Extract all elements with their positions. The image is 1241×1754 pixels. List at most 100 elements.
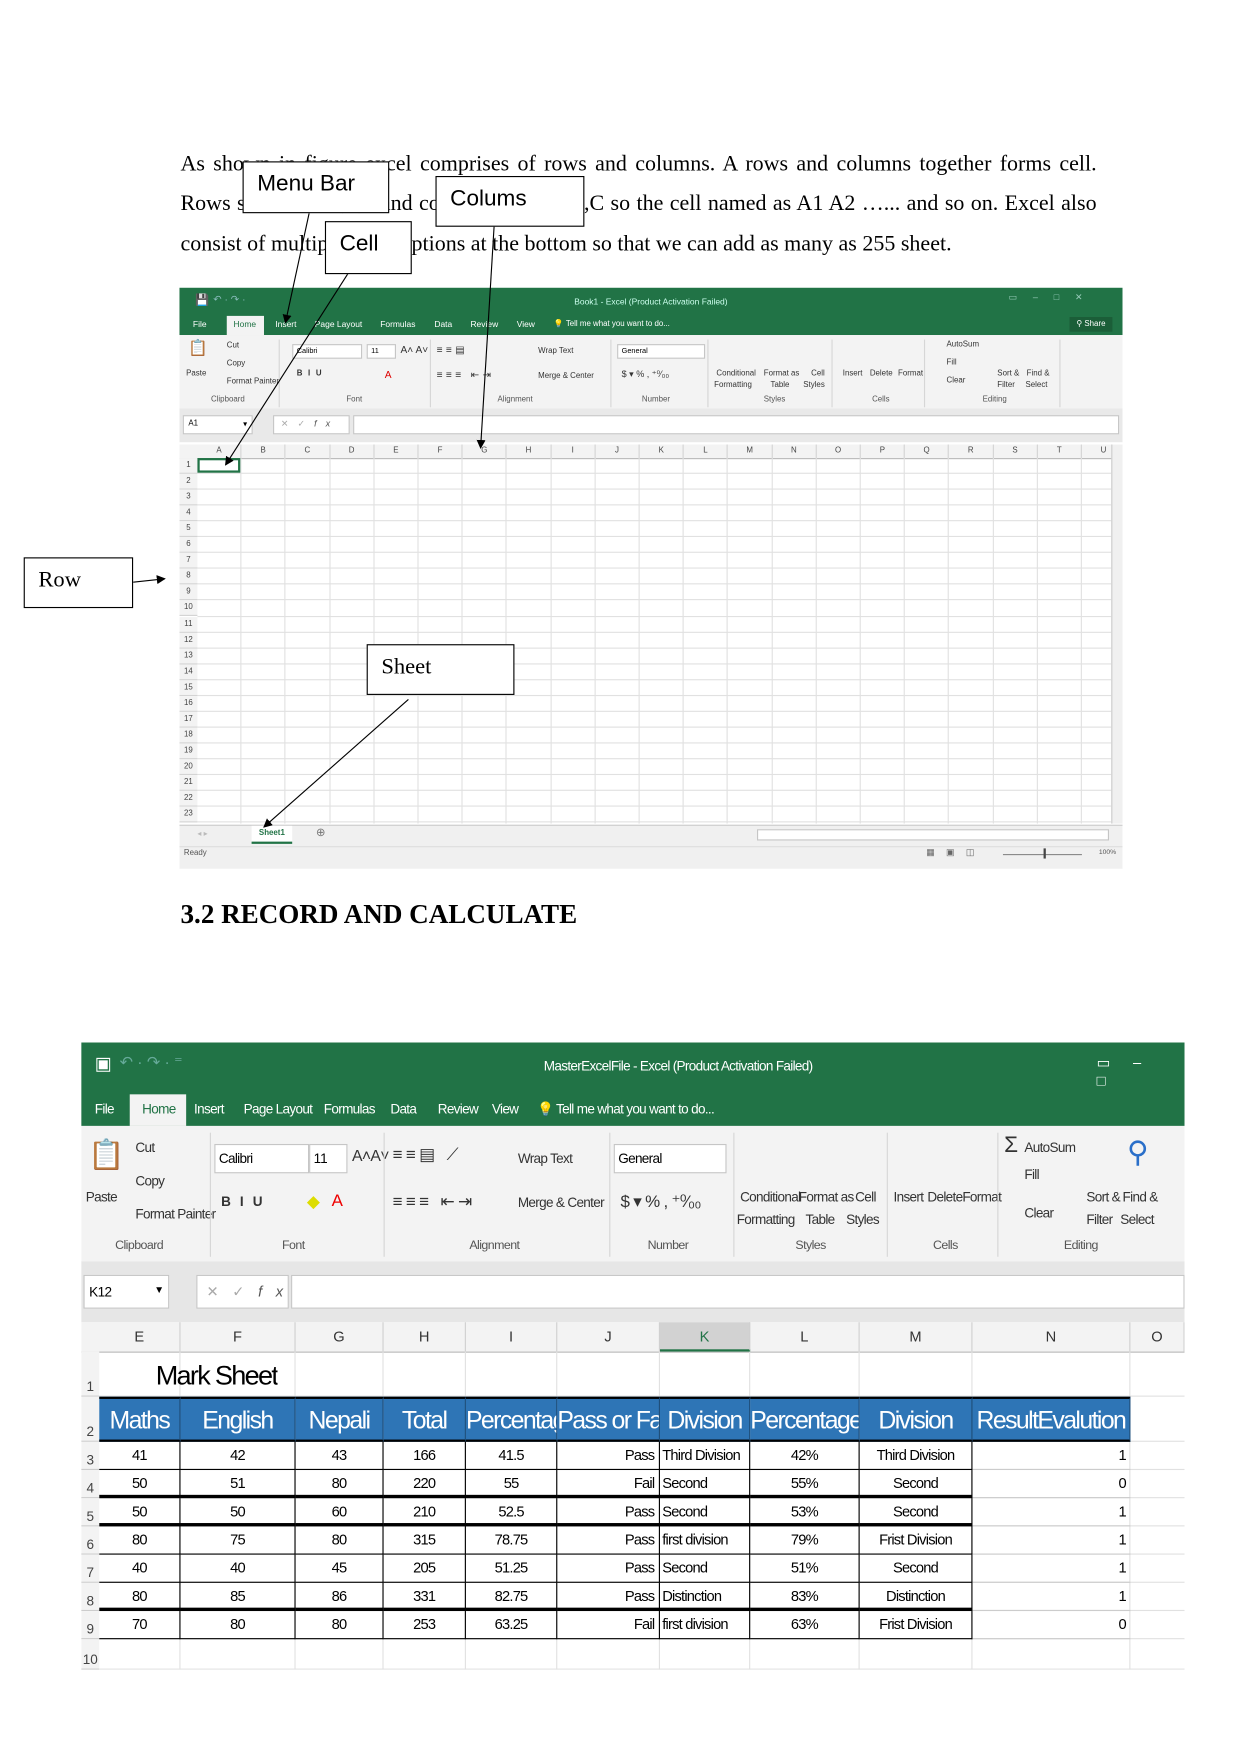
cell-styles-button[interactable]: Cell	[855, 1189, 876, 1205]
row-header-7[interactable]: 7	[81, 1554, 100, 1583]
paste-button[interactable]: Paste	[86, 1189, 118, 1205]
table-cell[interactable]: 40	[99, 1554, 181, 1583]
table-cell[interactable]: 205	[383, 1554, 466, 1583]
table-cell[interactable]: Second	[659, 1470, 751, 1499]
table-cell[interactable]: 43	[295, 1441, 384, 1471]
column-header-O[interactable]: O	[1130, 1322, 1185, 1352]
tell-me-search[interactable]: 💡 Tell me what you want to do...	[537, 1101, 715, 1117]
table-cell[interactable]: Pass	[557, 1526, 660, 1555]
table-cell[interactable]: Second	[859, 1470, 973, 1499]
column-header-H[interactable]: H	[384, 1322, 466, 1352]
paste-icon[interactable]: 📋	[88, 1137, 125, 1172]
table-cell[interactable]: 63.25	[465, 1611, 558, 1640]
table-cell[interactable]: 51%	[750, 1554, 860, 1583]
table-cell[interactable]: Fail	[557, 1470, 660, 1499]
table-cell[interactable]: Frist Division	[859, 1526, 973, 1555]
worksheet-grid[interactable]: E F G H I J K L M N O 1 2 3 4 5 6 7 8 9 10 Mark Sheet Maths Eng…	[81, 1322, 1185, 1670]
delete-cells-button[interactable]: Delete	[927, 1189, 963, 1205]
table-cell[interactable]: Second	[659, 1554, 751, 1583]
find-select-button[interactable]: Find &	[1123, 1189, 1159, 1205]
table-cell[interactable]: 60	[295, 1498, 384, 1527]
table-cell[interactable]: 53%	[750, 1498, 860, 1527]
table-cell[interactable]: Second	[859, 1554, 973, 1583]
table-cell[interactable]: Fail	[557, 1611, 660, 1640]
cell-styles-button-2[interactable]: Styles	[846, 1212, 879, 1228]
table-cell[interactable]: 79%	[750, 1526, 860, 1555]
table-cell[interactable]: first division	[659, 1611, 751, 1640]
table-cell[interactable]: 70	[99, 1611, 181, 1640]
table-cell[interactable]: Frist Division	[859, 1611, 973, 1640]
tab-formulas[interactable]: Formulas	[324, 1101, 376, 1117]
table-cell[interactable]: 0	[972, 1611, 1131, 1640]
row-header-8[interactable]: 8	[81, 1582, 100, 1612]
table-cell[interactable]: 78.75	[465, 1526, 558, 1555]
tab-home[interactable]: Home	[142, 1101, 176, 1117]
column-header-L[interactable]: L	[750, 1322, 860, 1352]
table-cell[interactable]: Third Division	[659, 1441, 751, 1471]
table-cell[interactable]: 80	[295, 1470, 384, 1499]
table-cell[interactable]: Second	[659, 1498, 751, 1527]
table-cell[interactable]: 85	[180, 1582, 296, 1612]
table-cell[interactable]: 75	[180, 1526, 296, 1555]
table-cell[interactable]: 1	[972, 1555, 1131, 1583]
table-cell[interactable]: 80	[180, 1611, 296, 1640]
format-cells-button[interactable]: Format	[962, 1189, 1002, 1205]
align-icons[interactable]: ≡≡▤ ⟋	[393, 1144, 462, 1164]
table-cell[interactable]: 50	[180, 1498, 296, 1527]
autosum-icon[interactable]: Σ	[1004, 1133, 1018, 1159]
column-header-G[interactable]: G	[296, 1322, 384, 1352]
clear-button[interactable]: Clear	[1024, 1205, 1054, 1221]
table-cell[interactable]: 52.5	[465, 1498, 558, 1527]
sort-filter-button[interactable]: Sort &	[1086, 1189, 1120, 1205]
table-cell[interactable]: 51	[180, 1470, 296, 1499]
table-cell[interactable]: 1	[972, 1498, 1131, 1527]
font-color-icon[interactable]: A	[332, 1191, 343, 1210]
table-cell[interactable]: Pass	[557, 1441, 660, 1471]
tab-insert[interactable]: Insert	[194, 1101, 224, 1117]
fill-button[interactable]: Fill	[1024, 1167, 1039, 1183]
table-cell[interactable]: 55%	[750, 1470, 860, 1499]
column-header-N[interactable]: N	[972, 1322, 1131, 1352]
table-cell[interactable]: 0	[972, 1470, 1131, 1499]
table-cell[interactable]: Third Division	[859, 1441, 973, 1471]
row-header-2[interactable]: 2	[81, 1396, 100, 1442]
table-cell[interactable]: 1	[972, 1583, 1131, 1612]
autosum-button[interactable]: AutoSum	[1024, 1139, 1076, 1155]
table-cell[interactable]: Distinction	[859, 1582, 973, 1612]
font-size-select[interactable]: 11	[309, 1143, 348, 1174]
conditional-formatting-button-2[interactable]: Formatting	[737, 1212, 796, 1228]
row-header-3[interactable]: 3	[81, 1441, 100, 1471]
table-cell[interactable]: 51.25	[465, 1554, 558, 1583]
table-cell[interactable]: 210	[383, 1498, 466, 1527]
align-icons-2[interactable]: ≡≡≡ ⇤⇥	[393, 1191, 476, 1211]
table-cell[interactable]: 41.5	[465, 1441, 558, 1471]
table-cell[interactable]: 220	[383, 1470, 466, 1499]
name-box[interactable]: K12 ▼	[83, 1274, 170, 1309]
tab-data[interactable]: Data	[390, 1101, 417, 1117]
conditional-formatting-button[interactable]: Conditional	[740, 1189, 801, 1205]
copy-button[interactable]: Copy	[135, 1173, 165, 1189]
table-cell[interactable]: 80	[99, 1582, 181, 1612]
table-cell[interactable]: 166	[383, 1441, 466, 1471]
table-cell[interactable]: 1	[972, 1442, 1131, 1471]
format-painter-button[interactable]: Format Painter	[135, 1206, 216, 1222]
format-as-table-button-2[interactable]: Table	[806, 1212, 836, 1228]
fill-color-icon[interactable]: ◆	[307, 1191, 320, 1211]
table-cell[interactable]: 86	[295, 1582, 384, 1612]
table-cell[interactable]: 253	[383, 1611, 466, 1640]
table-cell[interactable]: Distinction	[659, 1582, 751, 1612]
table-cell[interactable]: Pass	[557, 1582, 660, 1612]
column-header-I[interactable]: I	[466, 1322, 558, 1352]
tab-review[interactable]: Review	[438, 1101, 479, 1117]
wrap-text-button[interactable]: Wrap Text	[518, 1151, 573, 1167]
table-cell[interactable]: 82.75	[465, 1582, 558, 1612]
row-header-1[interactable]: 1	[81, 1351, 100, 1397]
font-name-select[interactable]: Calibri	[214, 1143, 310, 1174]
find-select-button-2[interactable]: Select	[1120, 1212, 1154, 1228]
table-cell[interactable]: Pass	[557, 1498, 660, 1527]
table-cell[interactable]: Second	[859, 1498, 973, 1527]
column-header-F[interactable]: F	[181, 1322, 296, 1352]
table-cell[interactable]: 41	[99, 1441, 181, 1471]
table-cell[interactable]: 40	[180, 1554, 296, 1583]
find-icon[interactable]: ⚲	[1127, 1135, 1149, 1170]
